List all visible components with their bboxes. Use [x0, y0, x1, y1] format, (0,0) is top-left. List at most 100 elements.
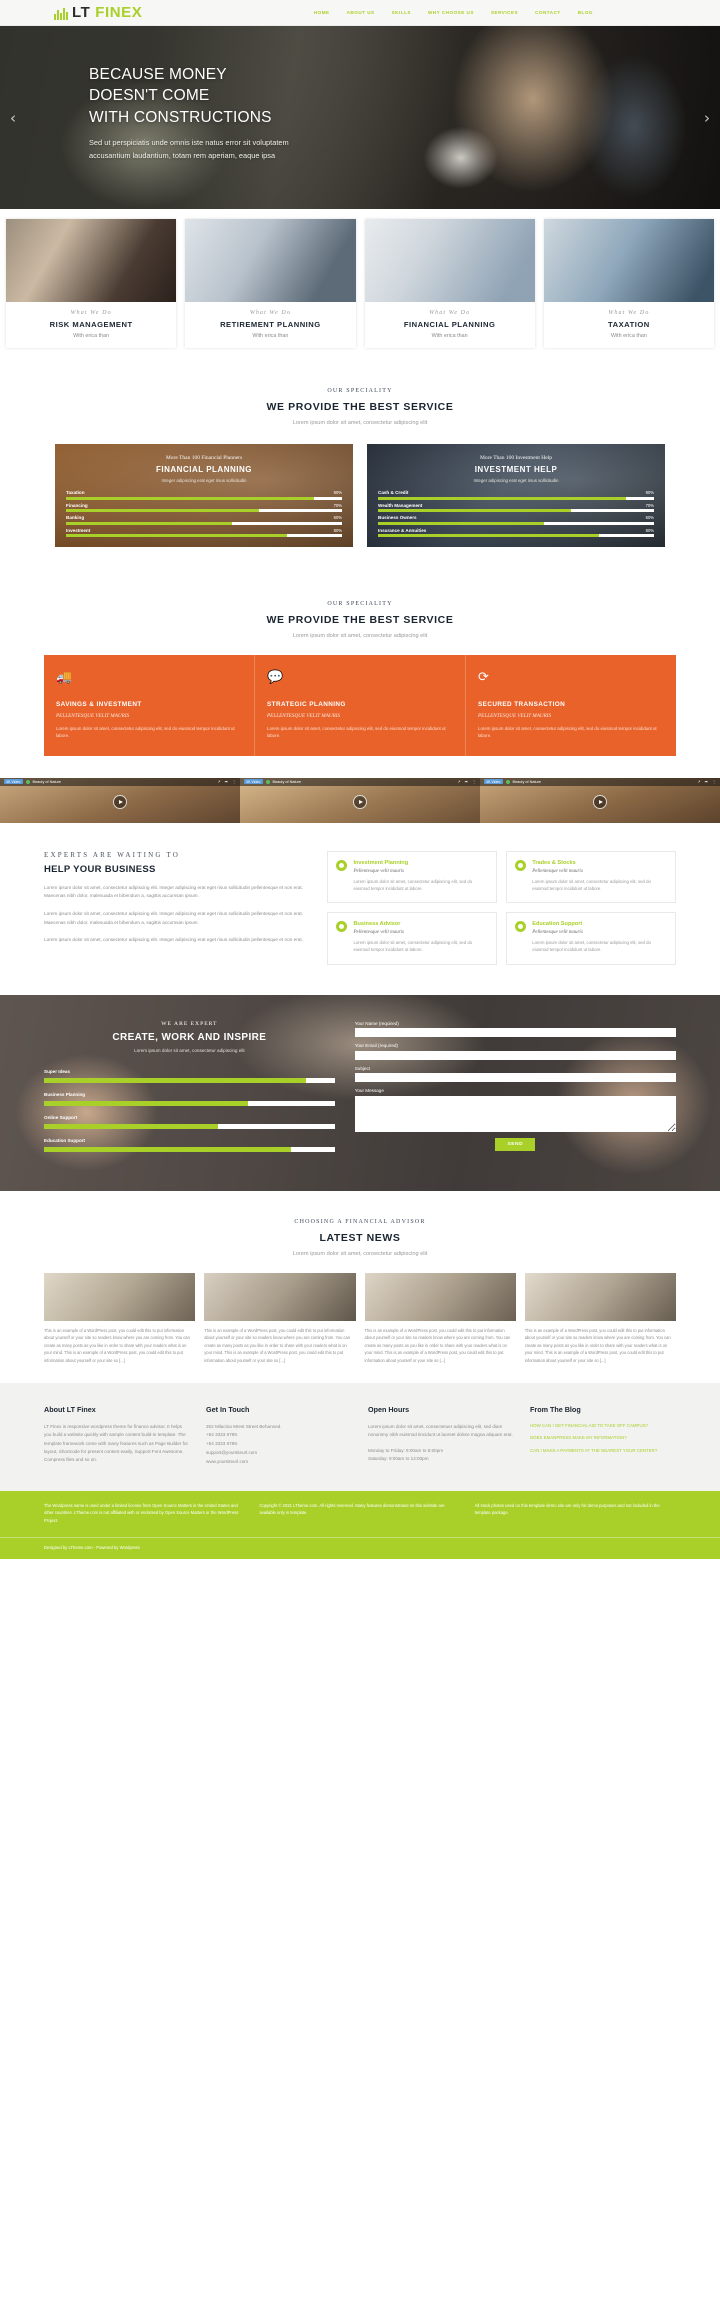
card-kicker: What We Do: [249, 310, 291, 316]
footer-website[interactable]: www.yoursiteurl.com: [206, 1458, 352, 1467]
contact-skill-list: Super Ideas Business Planning Online Sup…: [44, 1065, 335, 1152]
skill-fill: [378, 496, 627, 500]
skill-label: Super Ideas: [44, 1068, 71, 1074]
experts-card-grid: Investment Planning Pellentesque velit m…: [327, 850, 676, 965]
skill-bar-list: Taxation 90% Financing 70% Banking 60% Inve…: [66, 490, 342, 537]
skill-panels: More Than 100 Financial Planners FINANCI…: [0, 436, 720, 575]
news-image: [204, 1272, 356, 1321]
status-dot-icon: [505, 779, 510, 784]
contact-subtitle: Lorem ipsum dolor sit amet, consectetur …: [134, 1047, 245, 1053]
card-subtitle: With erica than: [610, 333, 647, 339]
section-subtitle: Lorem ipsum dolor sit amet, consectetur …: [292, 420, 428, 426]
video-item[interactable]: 4K Video Beauty of Nature ↗ ➦ ⋮: [0, 777, 240, 823]
site-logo[interactable]: LT FINEX: [54, 5, 142, 20]
skill-track: [44, 1100, 335, 1106]
video-toolbar: 4K Video Beauty of Nature ↗ ➦ ⋮: [0, 777, 240, 786]
nav-item-contact[interactable]: CONTACT: [535, 10, 561, 15]
contact-skill-bar: Online Support: [44, 1111, 335, 1129]
more-icon[interactable]: ⋮: [472, 779, 476, 784]
news-card[interactable]: This is an example of a WordPress post, …: [364, 1272, 516, 1365]
more-icon[interactable]: ⋮: [232, 779, 236, 784]
nav-item-skills[interactable]: SKILLS: [392, 10, 411, 15]
nav-item-services[interactable]: SERVICES: [491, 10, 518, 15]
skill-fill: [44, 1123, 219, 1129]
experts-card-text: Lorem ipsum dolor sit amet, consectetur …: [532, 878, 651, 891]
footer-blog-link[interactable]: DOES EMANPRESS MAKE MY INFORMATION?: [530, 1435, 676, 1442]
video-item[interactable]: 4K Video Beauty of Nature ↗ ➦ ⋮: [480, 777, 720, 823]
name-input[interactable]: [354, 1028, 676, 1038]
feature-box-secured[interactable]: ⟳ SECURED TRANSACTION PELLENTESQUE VELIT…: [466, 655, 676, 756]
footer-email[interactable]: support@yoursiteurl.com: [206, 1449, 352, 1458]
copyright-bar: The Wordpress name is used under a limit…: [0, 1491, 720, 1537]
footer-widget-title: Open Hours: [368, 1404, 410, 1414]
skill-fill: [44, 1077, 306, 1083]
footer-phone-1: +84 3333 6789.: [206, 1432, 239, 1438]
nav-item-why-choose-us[interactable]: WHY CHOOSE US: [428, 10, 474, 15]
video-item[interactable]: 4K Video Beauty of Nature ↗ ➦ ⋮: [240, 777, 480, 823]
video-tag: 4K Video: [4, 779, 23, 785]
feature-text: Lorem ipsum dolor sit amet, consectetur …: [56, 726, 235, 739]
slider-next-arrow-icon[interactable]: ›: [704, 109, 710, 127]
reply-icon[interactable]: ↗: [457, 779, 460, 784]
footer-hours-saturday: Saturday: 9:00am to 12:00pm: [368, 1456, 429, 1462]
name-field-label: Your Name (required): [354, 1020, 399, 1026]
experts-card-subtitle: Pellentesque velit mauris: [353, 930, 404, 936]
service-card[interactable]: What We Do RETIREMENT PLANNING With eric…: [185, 219, 356, 348]
skill-panel-investment-help: More Than 100 Investment Help INVESTMENT…: [367, 444, 665, 547]
play-button-icon[interactable]: [593, 795, 607, 810]
news-excerpt: This is an example of a WordPress post, …: [204, 1327, 351, 1363]
experts-card-investment-planning[interactable]: Investment Planning Pellentesque velit m…: [327, 850, 498, 904]
experts-card-education-support[interactable]: Education Support Pellentesque velit mau…: [506, 912, 676, 965]
experts-card-trades-stocks[interactable]: Trades & Stocks Pellentesque velit mauri…: [506, 850, 676, 904]
speciality-heading-2: OUR SPECIALITY WE PROVIDE THE BEST SERVI…: [0, 575, 720, 649]
experts-paragraph: Lorem ipsum dolor sit amet, consectetur …: [44, 884, 303, 899]
panel-title: INVESTMENT HELP: [474, 465, 558, 474]
send-button[interactable]: SEND: [495, 1137, 536, 1151]
footer-blog-link[interactable]: CAN I MAKE A PAYMENTS AT THE NEAREST YOU…: [530, 1448, 676, 1455]
reply-icon[interactable]: ↗: [217, 779, 220, 784]
contact-section: WE ARE EXPERT CREATE, WORK AND INSPIRE L…: [0, 994, 720, 1191]
experts-card-business-advisor[interactable]: Business Advisor Pellentesque velit maur…: [327, 912, 498, 965]
service-card[interactable]: What We Do RISK MANAGEMENT With erica th…: [6, 219, 177, 348]
logo-text-lt: LT: [72, 4, 91, 21]
share-icon[interactable]: ➦: [705, 779, 708, 784]
experts-card-title: Education Support: [532, 921, 583, 928]
experts-card-title: Business Advisor: [353, 921, 401, 928]
news-excerpt: This is an example of a WordPress post, …: [364, 1327, 511, 1363]
email-input[interactable]: [354, 1050, 676, 1060]
skill-fill: [66, 521, 232, 525]
skill-label: Banking: [66, 515, 85, 520]
news-card[interactable]: This is an example of a WordPress post, …: [524, 1272, 676, 1365]
more-icon[interactable]: ⋮: [712, 779, 716, 784]
news-card[interactable]: This is an example of a WordPress post, …: [204, 1272, 356, 1365]
share-icon[interactable]: ➦: [465, 779, 468, 784]
skill-label: Business Owners: [378, 515, 417, 520]
panel-desc: Integer adipiscing erat eget risus solli…: [473, 478, 559, 483]
skill-label: Online Support: [44, 1114, 78, 1120]
service-card[interactable]: What We Do TAXATION With erica than: [543, 219, 714, 348]
nav-item-blog[interactable]: BLOG: [578, 10, 593, 15]
footer-blog-link[interactable]: HOW CAN I GET FINANCIAL AID TO TAKE OFF …: [530, 1423, 676, 1430]
news-image: [524, 1272, 676, 1321]
nav-item-home[interactable]: HOME: [314, 10, 330, 15]
service-card[interactable]: What We Do FINANCIAL PLANNING With erica…: [364, 219, 535, 348]
slider-prev-arrow-icon[interactable]: ‹: [10, 109, 16, 127]
play-button-icon[interactable]: [353, 795, 367, 810]
pie-chart-icon: [515, 921, 527, 933]
video-tag: 4K Video: [244, 779, 263, 785]
skill-bar: Wealth Management 70%: [378, 503, 654, 512]
skill-fill: [378, 521, 544, 525]
play-button-icon[interactable]: [113, 795, 127, 810]
reply-icon[interactable]: ↗: [697, 779, 700, 784]
card-kicker: What We Do: [608, 310, 650, 316]
skill-track: [378, 509, 654, 512]
subject-input[interactable]: [354, 1073, 676, 1083]
card-subtitle: With erica than: [73, 333, 110, 339]
nav-item-about-us[interactable]: ABOUT US: [347, 10, 375, 15]
message-textarea[interactable]: [354, 1095, 676, 1132]
feature-box-strategic[interactable]: 💬 STRATEGIC PLANNING PELLENTESQUE VELIT …: [255, 655, 466, 756]
share-icon[interactable]: ➦: [225, 779, 228, 784]
panel-title: FINANCIAL PLANNING: [156, 465, 252, 474]
news-card[interactable]: This is an example of a WordPress post, …: [44, 1272, 196, 1365]
feature-box-savings[interactable]: 🚚 SAVINGS & INVESTMENT PELLENTESQUE VELI…: [44, 655, 255, 756]
